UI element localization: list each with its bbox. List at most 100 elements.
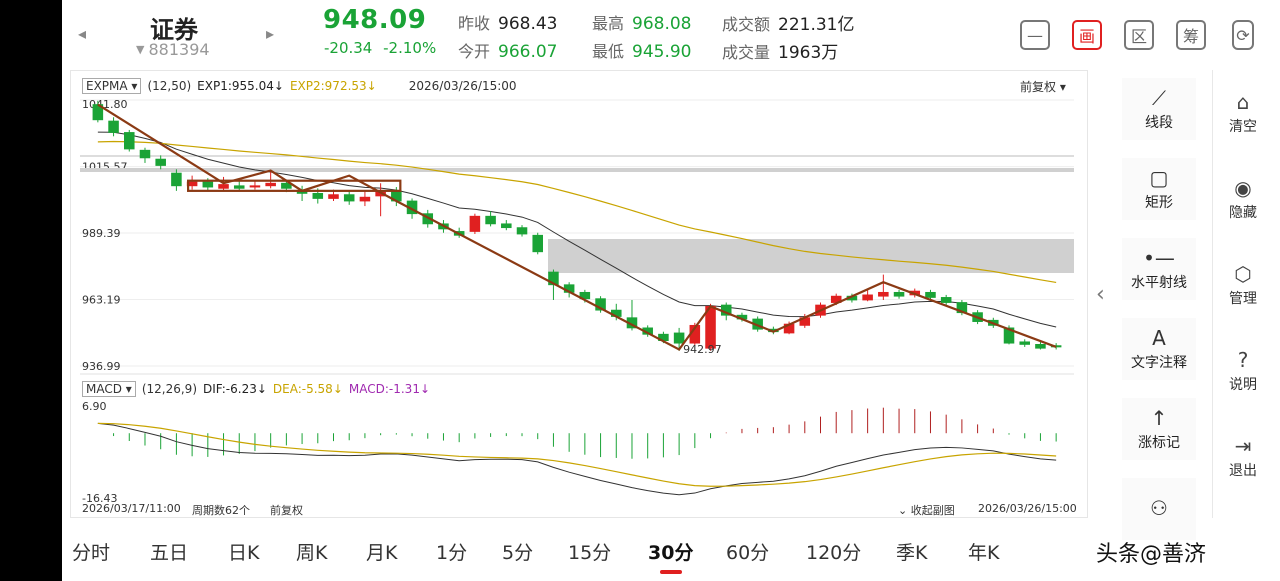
exit-button[interactable]: ⇥ 退出 (1215, 434, 1271, 480)
end-datetime: 2026/03/26/15:00 (978, 502, 1077, 515)
clear-icon: ⌂ (1236, 90, 1250, 114)
horizontal-ray-icon: •— (1143, 246, 1175, 270)
quote-label: 成交额 (722, 15, 771, 34)
stock-chart-app: ◂ 证券 ▼ 881394 ▸ 948.09 -20.34 -2.10% EXP… (62, 0, 1280, 581)
stock-code-row[interactable]: ▼ 881394 (136, 40, 210, 59)
candle[interactable] (878, 274, 889, 300)
quote-value: 1963万 (778, 43, 839, 63)
side-tool-label: 清空 (1229, 119, 1257, 135)
rectangle-icon: ▢ (1149, 166, 1169, 190)
footer-adjust: 前复权 (270, 504, 303, 517)
minimize-icon[interactable]: — (1020, 20, 1050, 50)
draw-icon[interactable]: 画 (1072, 20, 1102, 50)
candle[interactable] (501, 220, 512, 231)
side-tool-label: 说明 (1229, 377, 1257, 393)
tool-label: 水平射线 (1131, 275, 1187, 291)
tab-2[interactable]: 日K (228, 538, 259, 565)
quote-label: 今开 (458, 42, 491, 61)
tab-6[interactable]: 5分 (502, 538, 533, 565)
candle[interactable] (171, 169, 182, 191)
tab-7[interactable]: 15分 (568, 538, 611, 565)
text-note-icon: A (1152, 326, 1166, 350)
candle[interactable] (108, 117, 119, 137)
clear-button[interactable]: ⌂ 清空 (1215, 90, 1271, 136)
low-price-label: 942.97 (683, 343, 722, 356)
quote-item: 最低 945.90 (592, 38, 692, 62)
dif-line (97, 422, 1057, 496)
line-segment-tool-button[interactable]: ⟋ 线段 (1122, 78, 1196, 140)
tab-12[interactable]: 年K (968, 538, 999, 565)
candle[interactable] (343, 190, 355, 205)
quote-label: 昨收 (458, 14, 491, 33)
tab-0[interactable]: 分时 (72, 538, 110, 565)
side-tool-label: 隐藏 (1229, 205, 1257, 221)
quote-item: 今开 966.07 (458, 38, 558, 62)
price-band-top[interactable] (80, 168, 1074, 172)
quote-value: 945.90 (632, 42, 692, 62)
screen-rotate-icon[interactable]: ⟳ (1232, 20, 1254, 50)
quote-value: 221.31亿 (778, 15, 855, 35)
rectangle-tool-button[interactable]: ▢ 矩形 (1122, 158, 1196, 220)
kline-chart[interactable]: 1041.801015.57989.39963.19936.99942.976.… (70, 70, 1088, 518)
stock-code: 881394 (148, 40, 210, 59)
price-change: -20.34 -2.10% (324, 39, 436, 57)
candle[interactable] (469, 213, 481, 235)
hide-icon: ◉ (1234, 176, 1252, 200)
side-tool-label: 管理 (1229, 291, 1257, 307)
tool-label: 涨标记 (1138, 435, 1180, 451)
help-button[interactable]: ? 说明 (1215, 348, 1271, 394)
collapse-panel-arrow[interactable]: ‹ (1096, 282, 1105, 307)
chips-icon[interactable]: 筹 (1176, 20, 1206, 50)
side-tool-label: 退出 (1229, 463, 1257, 479)
horizontal-ray-tool-button[interactable]: •— 水平射线 (1122, 238, 1196, 300)
quote-label: 最高 (592, 14, 625, 33)
y-axis-label: 989.39 (82, 227, 121, 240)
text-note-tool-button[interactable]: A 文字注释 (1122, 318, 1196, 380)
collapse-subchart-button[interactable]: ⌄ 收起副图 (898, 502, 955, 518)
tab-3[interactable]: 周K (296, 538, 327, 565)
tab-10[interactable]: 120分 (806, 538, 861, 565)
tab-11[interactable]: 季K (896, 538, 927, 565)
limit-up-mark-tool-button[interactable]: ↑ 涨标记 (1122, 398, 1196, 460)
dropdown-triangle-icon: ▼ (136, 43, 145, 56)
tab-5[interactable]: 1分 (436, 538, 467, 565)
manage-button[interactable]: ⬡ 管理 (1215, 262, 1271, 308)
trend-line-drawing[interactable] (97, 103, 1057, 351)
candle[interactable] (1019, 339, 1030, 347)
prev-stock-arrow[interactable]: ◂ (78, 24, 86, 43)
y-axis-label: 936.99 (82, 360, 121, 373)
current-price: 948.09 (323, 5, 427, 35)
dea-line (97, 422, 1057, 487)
tab-9[interactable]: 60分 (726, 538, 769, 565)
candle[interactable] (155, 155, 166, 170)
quote-value: 966.07 (498, 42, 558, 62)
quote-item: 昨收 968.43 (458, 10, 558, 34)
more-tools-tool-button[interactable]: ⚇ (1122, 478, 1196, 540)
resistance-zone[interactable] (548, 239, 1074, 273)
y-axis-label: 963.19 (82, 294, 121, 307)
quote-item: 成交额 221.31亿 (722, 10, 855, 35)
quote-label: 最低 (592, 42, 625, 61)
candle[interactable] (249, 180, 261, 190)
active-tab-indicator (660, 570, 682, 574)
candle[interactable] (359, 190, 371, 207)
more-tools-icon: ⚇ (1150, 496, 1168, 520)
tab-1[interactable]: 五日 (150, 538, 188, 565)
hide-button[interactable]: ◉ 隐藏 (1215, 176, 1271, 222)
change-amount: -20.34 (324, 39, 373, 57)
candle[interactable] (139, 147, 151, 163)
limit-up-mark-icon: ↑ (1150, 406, 1168, 430)
candle[interactable] (124, 129, 135, 152)
next-stock-arrow[interactable]: ▸ (266, 24, 274, 43)
candle[interactable] (516, 225, 528, 237)
candle[interactable] (485, 211, 496, 227)
region-icon[interactable]: 区 (1124, 20, 1154, 50)
line-segment-icon: ⟋ (1152, 86, 1166, 110)
tab-8[interactable]: 30分 (648, 538, 693, 565)
candle[interactable] (532, 232, 543, 255)
quote-label: 成交量 (722, 43, 771, 62)
candle[interactable] (893, 289, 905, 299)
macd-axis-label: 6.90 (82, 400, 107, 413)
tab-4[interactable]: 月K (366, 538, 397, 565)
help-icon: ? (1237, 348, 1249, 372)
